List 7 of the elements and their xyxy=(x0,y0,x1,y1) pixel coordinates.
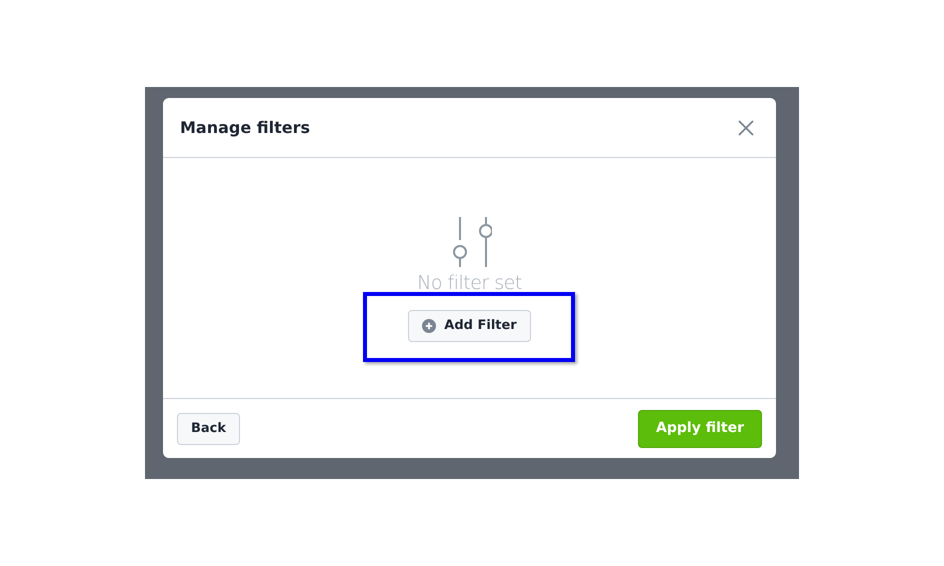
close-button[interactable] xyxy=(736,118,756,138)
dialog-title: Manage filters xyxy=(180,118,310,138)
close-icon xyxy=(736,118,756,138)
add-filter-button[interactable]: Add Filter xyxy=(408,310,531,342)
empty-state-message: No filter set xyxy=(417,274,522,293)
plus-circle-icon xyxy=(422,319,436,333)
back-button[interactable]: Back xyxy=(177,412,240,444)
